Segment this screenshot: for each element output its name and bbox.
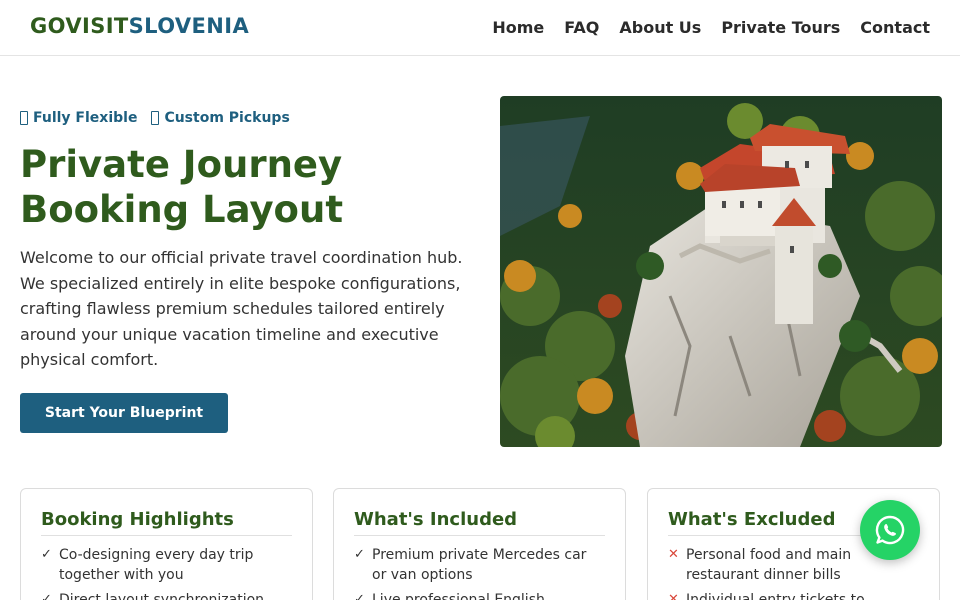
nav-link-about-us[interactable]: About Us xyxy=(619,18,701,37)
main-menu: Home FAQ About Us Private Tours Contact xyxy=(492,18,930,37)
list-item: ✓ Co-designing every day trip together wi… xyxy=(41,545,292,585)
nav-link-home[interactable]: Home xyxy=(492,18,544,37)
check-icon: ✓ xyxy=(354,547,365,562)
list-item: ✓ Premium private Mercedes car or van opt… xyxy=(354,545,605,585)
hero-feature-tags: Fully Flexible Custom Pickups xyxy=(20,110,290,126)
logo-part-govisit: GOVISIT xyxy=(30,14,129,38)
card-list: ✓ Co-designing every day trip together wi… xyxy=(41,545,292,600)
list-item-text: Premium private Mercedes car or van opti… xyxy=(372,547,587,583)
whatsapp-icon xyxy=(875,515,905,545)
start-blueprint-button[interactable]: Start Your Blueprint xyxy=(20,393,228,433)
nav-link-private-tours[interactable]: Private Tours xyxy=(721,18,840,37)
list-item: ✕ Individual entry tickets to xyxy=(668,590,919,600)
card-booking-highlights: Booking Highlights ✓ Co-designing every d… xyxy=(20,488,313,600)
hero-castle-image xyxy=(500,96,942,447)
tag-label: Custom Pickups xyxy=(164,110,290,126)
list-item: ✓ Live professional English xyxy=(354,590,605,600)
whatsapp-chat-button[interactable] xyxy=(860,500,920,560)
check-icon: ✓ xyxy=(41,592,52,600)
site-logo[interactable]: GOVISITSLOVENIA xyxy=(30,14,249,38)
list-item: ✓ Direct layout synchronization xyxy=(41,590,292,600)
tag-label: Fully Flexible xyxy=(33,110,138,126)
card-title: What's Included xyxy=(354,509,605,536)
tag-fully-flexible: Fully Flexible xyxy=(20,110,137,126)
card-whats-included: What's Included ✓ Premium private Mercede… xyxy=(333,488,626,600)
tofu-glyph-icon xyxy=(20,111,28,125)
logo-part-slovenia: SLOVENIA xyxy=(128,14,250,38)
nav-link-contact[interactable]: Contact xyxy=(860,18,930,37)
top-navbar: GOVISITSLOVENIA Home FAQ About Us Privat… xyxy=(0,0,960,56)
check-icon: ✓ xyxy=(354,592,365,600)
card-list: ✓ Premium private Mercedes car or van opt… xyxy=(354,545,605,600)
card-title: Booking Highlights xyxy=(41,509,292,536)
list-item-text: Direct layout synchronization xyxy=(59,592,265,600)
tofu-glyph-icon xyxy=(151,111,160,125)
tag-custom-pickups: Custom Pickups xyxy=(151,110,290,126)
hero-title: Private Journey Booking Layout xyxy=(20,143,344,231)
list-item-text: Live professional English xyxy=(372,592,545,600)
nav-link-faq[interactable]: FAQ xyxy=(564,18,599,37)
cross-icon: ✕ xyxy=(668,592,679,600)
check-icon: ✓ xyxy=(41,547,52,562)
hero-description: Welcome to our official private travel c… xyxy=(20,248,463,369)
list-item-text: Individual entry tickets to xyxy=(686,592,865,600)
cross-icon: ✕ xyxy=(668,547,679,562)
list-item-text: Co-designing every day trip together wit… xyxy=(59,547,254,583)
